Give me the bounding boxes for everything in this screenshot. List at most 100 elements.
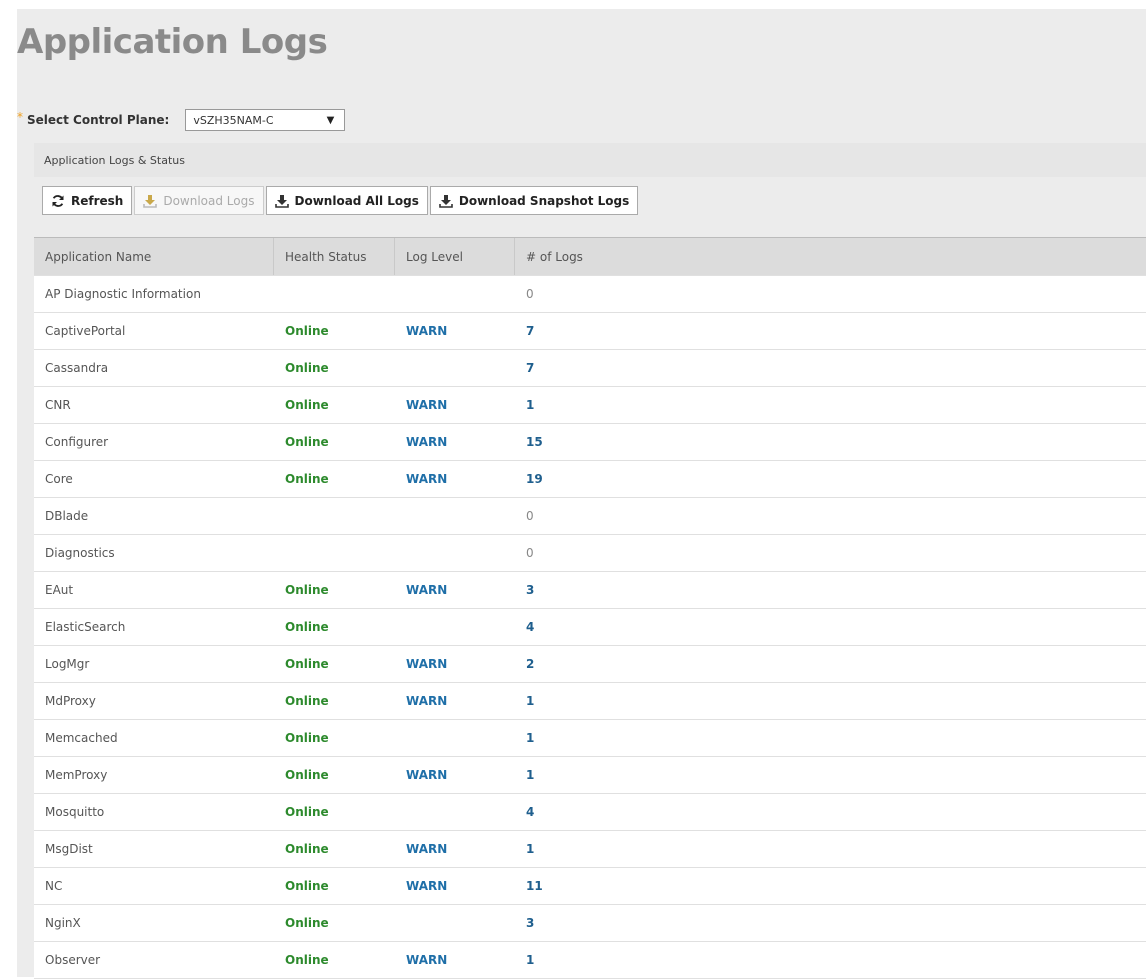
application-name-cell-text: Cassandra [45,361,109,375]
table-row[interactable]: Memcached Online 1 [34,720,1146,757]
application-name-cell-text: LogMgr [45,657,90,671]
table-row[interactable]: Diagnostics 0 [34,535,1146,572]
log-count-cell: 0 [515,498,1146,534]
column-header-log-count[interactable]: # of Logs [515,238,1146,275]
table-row[interactable]: EAut Online WARN 3 [34,572,1146,609]
application-name-cell: MdProxy [34,683,274,719]
control-plane-select[interactable]: vSZH35NAM-C ▼ [185,109,346,131]
table-row[interactable]: MdProxy Online WARN 1 [34,683,1146,720]
table-row[interactable]: MemProxy Online WARN 1 [34,757,1146,794]
table-body: AP Diagnostic Information 0 CaptivePortal O… [34,276,1146,979]
log-level-cell-text: WARN [406,657,448,671]
caret-down-icon: ▼ [326,114,335,126]
application-name-cell: Mosquitto [34,794,274,830]
log-level-cell-text: WARN [406,435,448,449]
log-level-cell-text: WARN [406,694,448,708]
log-count-cell-text[interactable]: 11 [526,879,543,893]
health-status-cell-text: Online [285,916,329,930]
health-status-cell: Online [274,942,395,978]
application-name-cell: Diagnostics [34,535,274,571]
health-status-cell: Online [274,794,395,830]
application-name-cell: NC [34,868,274,904]
download-snapshot-logs-button[interactable]: Download Snapshot Logs [429,186,639,215]
log-count-cell-text[interactable]: 19 [526,472,543,486]
log-count-cell-text[interactable]: 7 [526,361,534,375]
log-level-cell [395,498,515,534]
health-status-cell-text: Online [285,472,329,486]
application-name-cell: MemProxy [34,757,274,793]
log-level-cell [395,720,515,756]
refresh-label: Refresh [71,193,124,208]
log-count-cell-text[interactable]: 1 [526,953,534,967]
log-level-cell [395,905,515,941]
log-count-cell-text[interactable]: 1 [526,731,534,745]
log-count-cell-text[interactable]: 4 [526,805,534,819]
log-level-cell-text: WARN [406,842,448,856]
log-count-cell-text[interactable]: 1 [526,768,534,782]
log-count-cell: 3 [515,572,1146,608]
application-name-cell: CaptivePortal [34,313,274,349]
application-name-cell-text: DBlade [45,509,89,523]
table-row[interactable]: Observer Online WARN 1 [34,942,1146,979]
table-header-row: Application Name Health Status Log Level… [34,237,1146,276]
log-count-cell-text[interactable]: 15 [526,435,543,449]
table-row[interactable]: CaptivePortal Online WARN 7 [34,313,1146,350]
table-row[interactable]: LogMgr Online WARN 2 [34,646,1146,683]
application-name-cell: MsgDist [34,831,274,867]
log-level-cell-text: WARN [406,879,448,893]
application-name-cell-text: EAut [45,583,74,597]
log-level-cell: WARN [395,683,515,719]
log-level-cell [395,794,515,830]
table-row[interactable]: NC Online WARN 11 [34,868,1146,905]
application-name-cell: AP Diagnostic Information [34,276,274,312]
health-status-cell-text: Online [285,620,329,634]
download-icon [274,194,289,208]
log-count-cell-text[interactable]: 4 [526,620,534,634]
log-level-cell: WARN [395,868,515,904]
download-icon [439,194,453,208]
application-name-cell: Memcached [34,720,274,756]
refresh-button[interactable]: Refresh [42,186,133,215]
log-count-cell-text[interactable]: 3 [526,916,534,930]
health-status-cell-text: Online [285,842,329,856]
log-count-cell-text[interactable]: 1 [526,842,534,856]
table-row[interactable]: ElasticSearch Online 4 [34,609,1146,646]
column-header-log-level[interactable]: Log Level [395,238,515,275]
control-plane-label: Select Control Plane: [27,113,170,127]
application-name-cell: Configurer [34,424,274,460]
control-plane-row: * Select Control Plane: vSZH35NAM-C ▼ [17,107,346,133]
health-status-cell-text: Online [285,361,329,375]
application-name-cell-text: NginX [45,916,81,930]
table-row[interactable]: MsgDist Online WARN 1 [34,831,1146,868]
log-count-cell-text[interactable]: 1 [526,694,534,708]
column-header-health-status[interactable]: Health Status [274,238,395,275]
application-name-cell: Cassandra [34,350,274,386]
table-row[interactable]: Core Online WARN 19 [34,461,1146,498]
log-level-cell-text: WARN [406,398,448,412]
health-status-cell-text: Online [285,805,329,819]
log-count-cell-text[interactable]: 1 [526,398,534,412]
health-status-cell-text: Online [285,657,329,671]
log-count-cell-text[interactable]: 2 [526,657,534,671]
health-status-cell-text: Online [285,731,329,745]
table-row[interactable]: DBlade 0 [34,498,1146,535]
log-level-cell: WARN [395,313,515,349]
application-name-cell-text: Memcached [45,731,118,745]
page-title: Application Logs [17,22,328,62]
download-all-logs-button[interactable]: Download All Logs [265,186,428,215]
log-count-cell-text[interactable]: 3 [526,583,534,597]
table-row[interactable]: Cassandra Online 7 [34,350,1146,387]
download-logs-button[interactable]: Download Logs [134,186,264,215]
column-header-application-name[interactable]: Application Name [34,238,274,275]
log-level-cell-text: WARN [406,324,448,338]
table-row[interactable]: CNR Online WARN 1 [34,387,1146,424]
table-row[interactable]: NginX Online 3 [34,905,1146,942]
log-count-cell: 4 [515,609,1146,645]
table-row[interactable]: AP Diagnostic Information 0 [34,276,1146,313]
log-count-cell: 11 [515,868,1146,904]
log-count-cell-text[interactable]: 7 [526,324,534,338]
table-row[interactable]: Mosquitto Online 4 [34,794,1146,831]
table-row[interactable]: Configurer Online WARN 15 [34,424,1146,461]
download-logs-label: Download Logs [163,193,255,208]
health-status-cell: Online [274,831,395,867]
